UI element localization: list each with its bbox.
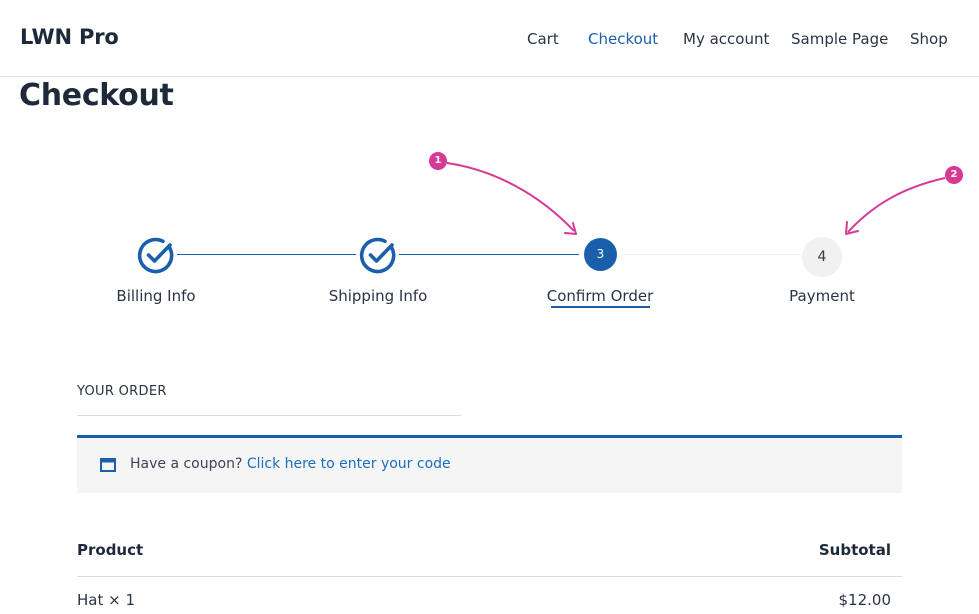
coupon-text: Have a coupon? Click here to enter your … <box>130 456 451 472</box>
header-divider <box>0 76 979 77</box>
coupon-prompt: Have a coupon? <box>130 456 243 472</box>
nav-checkout[interactable]: Checkout <box>588 30 658 48</box>
annotation-badge-2: 2 <box>945 166 963 184</box>
order-row-product: Hat × 1 <box>77 591 136 609</box>
step-label-payment[interactable]: Payment <box>789 287 855 305</box>
coupon-notice: Have a coupon? Click here to enter your … <box>77 435 902 493</box>
step-connector-2 <box>399 254 579 255</box>
column-header-subtotal: Subtotal <box>818 541 891 559</box>
current-step-indicator <box>551 306 650 308</box>
nav-my-account[interactable]: My account <box>683 30 769 48</box>
order-heading-divider <box>77 415 461 416</box>
step-label-billing-info[interactable]: Billing Info <box>116 287 195 305</box>
step-number-payment[interactable]: 4 <box>802 237 842 277</box>
coupon-icon <box>100 458 116 472</box>
order-row-subtotal: $12.00 <box>838 591 892 609</box>
check-circle-icon[interactable] <box>136 235 176 275</box>
nav-cart[interactable]: Cart <box>527 30 559 48</box>
site-title[interactable]: LWN Pro <box>20 25 119 49</box>
enter-coupon-link[interactable]: Click here to enter your code <box>247 456 451 472</box>
step-connector-1 <box>177 254 356 255</box>
check-circle-icon[interactable] <box>358 235 398 275</box>
your-order-heading: YOUR ORDER <box>77 384 167 399</box>
annotation-badge-1: 1 <box>429 152 447 170</box>
nav-shop[interactable]: Shop <box>910 30 948 48</box>
table-header-divider <box>77 576 902 577</box>
step-label-shipping-info[interactable]: Shipping Info <box>329 287 428 305</box>
checkout-page: LWN Pro Cart Checkout My account Sample … <box>0 0 979 614</box>
step-number-confirm-order[interactable]: 3 <box>584 238 617 271</box>
step-connector-3 <box>621 254 801 255</box>
column-header-product: Product <box>77 541 144 559</box>
step-label-confirm-order[interactable]: Confirm Order <box>547 287 654 305</box>
nav-sample-page[interactable]: Sample Page <box>791 30 888 48</box>
page-title: Checkout <box>19 78 174 113</box>
